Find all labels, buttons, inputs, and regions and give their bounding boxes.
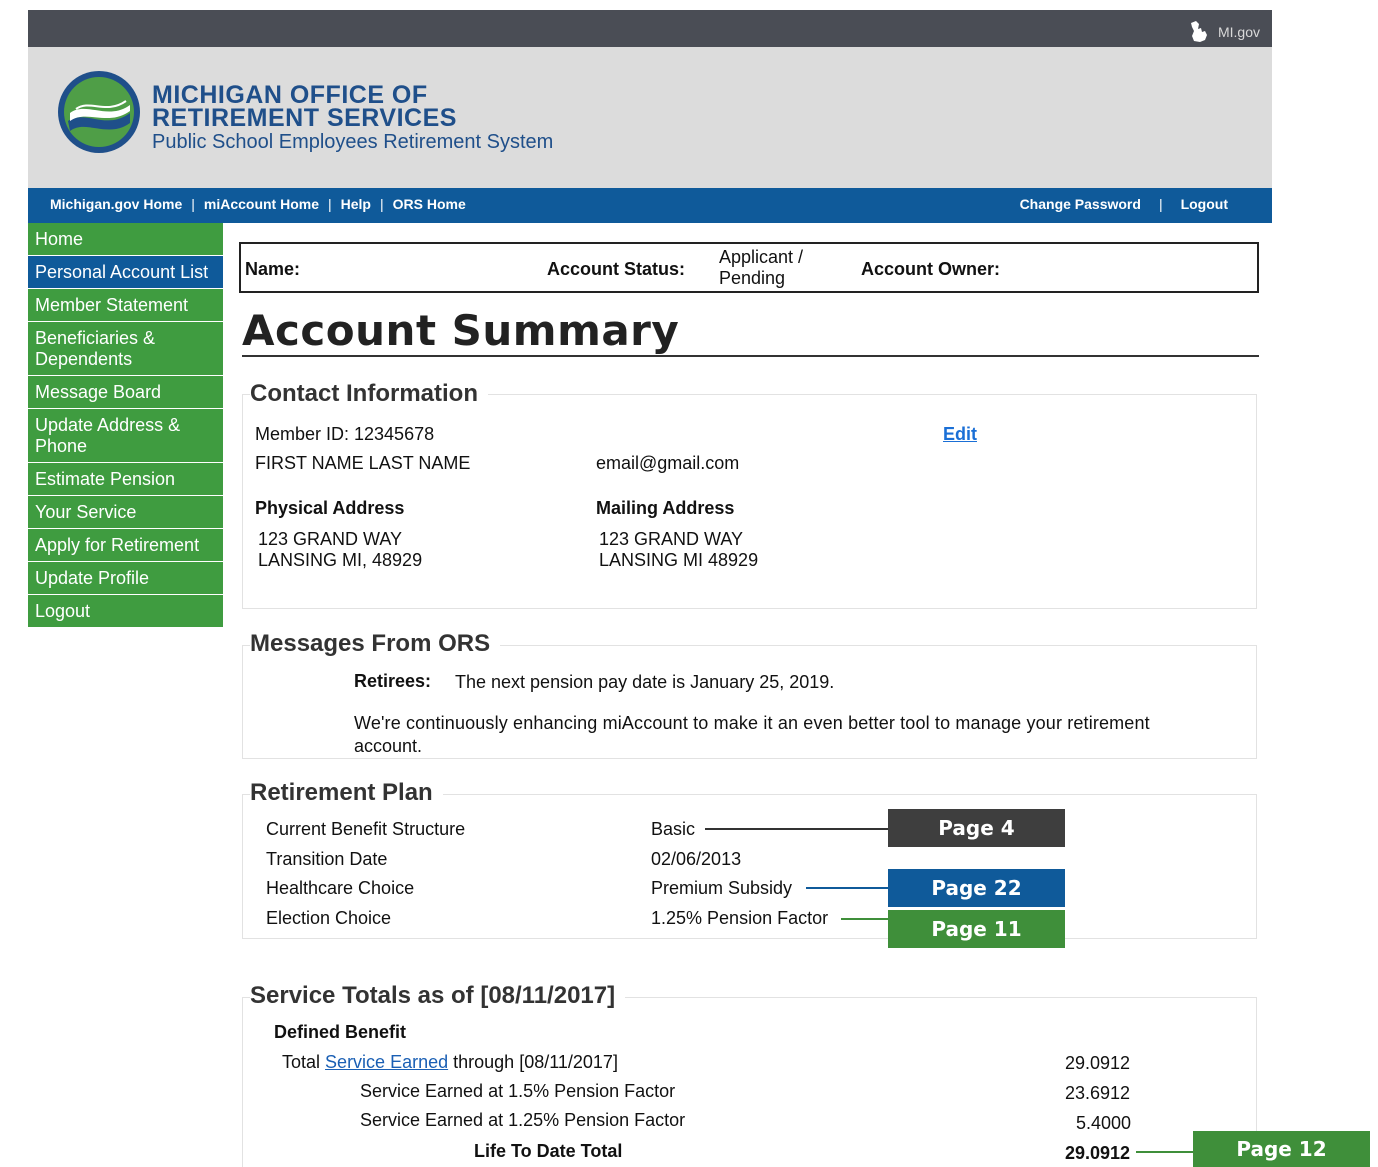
ors-logo-icon — [58, 71, 140, 153]
callout-page22: Page 22 — [888, 869, 1065, 907]
defined-benefit-heading: Defined Benefit — [274, 1022, 407, 1042]
mailing-address-line2: LANSING MI 48929 — [599, 550, 759, 570]
account-owner-label: Account Owner: — [861, 259, 1001, 279]
org-subtitle: Public School Employees Retirement Syste… — [152, 131, 554, 153]
sidebar-item-your-service[interactable]: Your Service — [28, 496, 223, 529]
callout-leader-page22 — [806, 887, 888, 889]
physical-address-line1: 123 GRAND WAY — [258, 529, 403, 549]
plan-value-healthcare-choice: Premium Subsidy — [651, 878, 793, 898]
org-name-line2: RETIREMENT SERVICES — [152, 104, 457, 132]
sidebar-item-message-board[interactable]: Message Board — [28, 376, 223, 409]
enhance-message-line2: account. — [354, 736, 423, 756]
nav-right: Change Password | Logout — [1020, 196, 1228, 212]
page-title: Account Summary — [242, 306, 680, 355]
sidebar-item-apply-retirement[interactable]: Apply for Retirement — [28, 529, 223, 562]
callout-page12: Page 12 — [1193, 1131, 1370, 1167]
account-status-label: Account Status: — [547, 259, 686, 279]
total-service-prefix: Total — [282, 1052, 321, 1072]
physical-address-line2: LANSING MI, 48929 — [258, 550, 423, 570]
plan-label-transition-date: Transition Date — [266, 849, 388, 869]
member-email: email@gmail.com — [596, 453, 740, 473]
nav-separator: | — [1158, 196, 1163, 212]
sidebar-item-personal-account-list[interactable]: Personal Account List — [28, 256, 223, 289]
callout-leader-page12 — [1136, 1151, 1193, 1153]
sidebar-item-beneficiaries[interactable]: Beneficiaries & Dependents — [28, 322, 223, 376]
nav-separator: | — [379, 196, 384, 212]
sidebar-item-estimate-pension[interactable]: Estimate Pension — [28, 463, 223, 496]
plan-label-election-choice: Election Choice — [266, 908, 392, 928]
sidebar-item-update-profile[interactable]: Update Profile — [28, 562, 223, 595]
nav-left: Michigan.gov Home | miAccount Home | Hel… — [50, 196, 466, 212]
nav-separator: | — [328, 196, 332, 212]
sidebar-item-update-address[interactable]: Update Address & Phone — [28, 409, 223, 463]
account-status-value: Applicant / Pending — [719, 247, 804, 288]
physical-address-label: Physical Address — [255, 498, 405, 518]
service-earned-link[interactable]: Service Earned — [325, 1052, 448, 1072]
nav-miaccount-home[interactable]: miAccount Home — [204, 196, 319, 212]
service-1-5-value: 23.6912 — [1065, 1083, 1131, 1103]
mailing-address-line1: 123 GRAND WAY — [599, 529, 744, 549]
nav-separator: | — [191, 196, 195, 212]
callout-page4: Page 4 — [888, 809, 1065, 847]
service-1-25-label: Service Earned at 1.25% Pension Factor — [360, 1110, 686, 1130]
sidebar-item-home[interactable]: Home — [28, 223, 223, 256]
nav-ors-home[interactable]: ORS Home — [393, 196, 466, 212]
member-id: Member ID: 12345678 — [255, 424, 435, 444]
retirees-label: Retirees: — [354, 671, 432, 691]
top-bar: MI.gov — [28, 10, 1272, 47]
sidebar-item-logout[interactable]: Logout — [28, 595, 223, 628]
contact-section-title: Contact Information — [250, 380, 488, 408]
plan-label-benefit-structure: Current Benefit Structure — [266, 819, 466, 839]
migov-link[interactable]: MI.gov — [1188, 20, 1260, 44]
plan-label-healthcare-choice: Healthcare Choice — [266, 878, 415, 898]
nav-bar: Michigan.gov Home | miAccount Home | Hel… — [28, 188, 1272, 223]
name-label: Name: — [245, 259, 301, 279]
edit-contact-link[interactable]: Edit — [943, 424, 977, 445]
messages-section-title: Messages From ORS — [250, 630, 501, 658]
nav-help[interactable]: Help — [341, 196, 371, 212]
header-banner: MICHIGAN OFFICE OF RETIREMENT SERVICES P… — [28, 47, 1272, 188]
mailing-address-label: Mailing Address — [596, 498, 735, 518]
migov-label[interactable]: MI.gov — [1218, 24, 1260, 40]
title-divider — [242, 355, 1259, 357]
michigan-mitten-icon — [1190, 21, 1207, 42]
total-service-value: 29.0912 — [1065, 1053, 1131, 1073]
account-info-bar: Name: Account Status: Applicant / Pendin… — [239, 242, 1259, 293]
plan-value-transition-date: 02/06/2013 — [651, 849, 742, 869]
callout-leader-page11 — [841, 918, 888, 920]
nav-logout[interactable]: Logout — [1181, 196, 1228, 212]
plan-value-benefit-structure: Basic — [651, 819, 696, 839]
total-service-row: Total Service Earned through [08/11/2017… — [282, 1052, 618, 1073]
sidebar: Home Personal Account List Member Statem… — [28, 223, 223, 628]
service-section-title: Service Totals as of [08/11/2017] — [250, 982, 626, 1010]
service-1-25-value: 5.4000 — [1076, 1113, 1132, 1133]
life-to-date-label: Life To Date Total — [474, 1141, 623, 1161]
member-name: FIRST NAME LAST NAME — [255, 453, 471, 473]
enhance-message-line1: We're continuously enhancing miAccount t… — [354, 713, 1150, 733]
life-to-date-value: 29.0912 — [1065, 1143, 1131, 1163]
nav-michigan-gov-home[interactable]: Michigan.gov Home — [50, 196, 182, 212]
total-service-suffix: through [08/11/2017] — [453, 1052, 618, 1072]
nav-change-password[interactable]: Change Password — [1020, 196, 1141, 212]
sidebar-item-member-statement[interactable]: Member Statement — [28, 289, 223, 322]
plan-value-election-choice: 1.25% Pension Factor — [651, 908, 829, 928]
retirees-message: The next pension pay date is January 25,… — [455, 672, 835, 692]
service-1-5-label: Service Earned at 1.5% Pension Factor — [360, 1081, 676, 1101]
callout-page11: Page 11 — [888, 910, 1065, 948]
plan-section-title: Retirement Plan — [250, 779, 443, 807]
callout-leader-page4 — [705, 828, 888, 830]
